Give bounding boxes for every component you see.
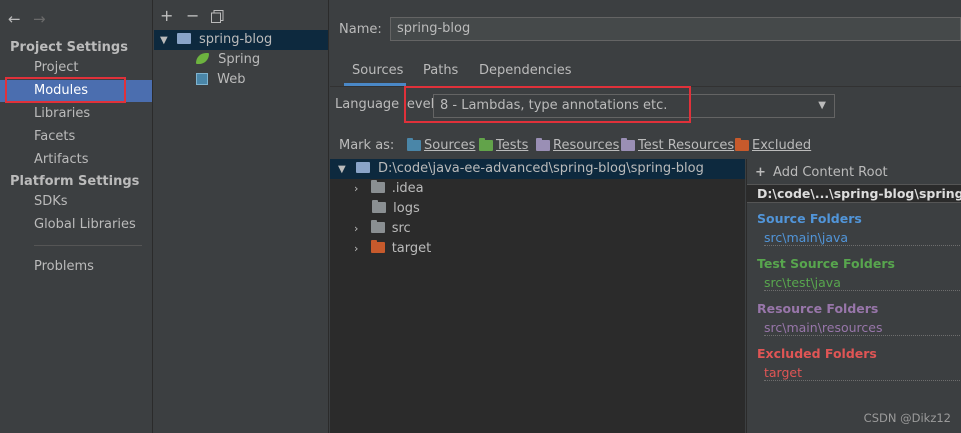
tests-folder-icon xyxy=(479,138,493,151)
name-label: Name: xyxy=(339,22,382,37)
chevron-down-icon: ▼ xyxy=(338,164,346,175)
facet-web[interactable]: Web xyxy=(196,70,245,90)
content-tree[interactable]: ▼ D:\code\java-ee-advanced\spring-blog\s… xyxy=(330,159,745,433)
highlight-box-modules xyxy=(5,77,126,103)
excluded-folders-title: Excluded Folders xyxy=(757,346,877,361)
mark-as-label: Mark as: xyxy=(339,138,395,153)
copy-icon[interactable] xyxy=(211,10,224,23)
add-module-button[interactable]: + xyxy=(160,6,173,25)
spring-leaf-icon xyxy=(196,53,209,64)
folder-row-src[interactable]: › src xyxy=(354,219,411,239)
mark-sources-label: Sources xyxy=(424,138,476,153)
folder-label: logs xyxy=(393,201,420,216)
resource-folder-item[interactable]: src\main\resources xyxy=(764,320,961,336)
chevron-down-icon: ▼ xyxy=(160,35,168,46)
module-name: spring-blog xyxy=(198,32,273,47)
facet-spring[interactable]: Spring xyxy=(196,50,260,70)
folder-row-target[interactable]: › target xyxy=(354,239,431,259)
folder-icon xyxy=(370,180,385,193)
sidebar-item-libraries[interactable]: Libraries xyxy=(0,103,152,125)
back-arrow-icon[interactable]: ← xyxy=(8,10,21,28)
plus-icon: + xyxy=(755,165,766,180)
tab-paths[interactable]: Paths xyxy=(423,62,458,86)
source-folder-item[interactable]: src\main\java xyxy=(764,230,961,246)
watermark: CSDN @Dikz12 xyxy=(863,411,951,425)
excluded-folder-icon xyxy=(735,138,749,151)
excluded-folder-item[interactable]: target xyxy=(764,365,961,381)
sidebar-item-problems[interactable]: Problems xyxy=(0,256,152,278)
mark-tests-button[interactable]: Tests xyxy=(479,138,528,153)
mark-test-resources-label: Test Resources xyxy=(638,138,735,153)
test-source-folder-item[interactable]: src\test\java xyxy=(764,275,961,291)
test-source-folders-title: Test Source Folders xyxy=(757,256,895,271)
mark-excluded-button[interactable]: Excluded xyxy=(735,138,811,153)
folder-label: target xyxy=(391,241,432,256)
folder-icon xyxy=(370,220,385,233)
remove-module-button[interactable]: − xyxy=(186,6,199,25)
content-roots-pane: + Add Content Root D:\code\...\spring-bl… xyxy=(746,159,961,433)
resource-folders-title: Resource Folders xyxy=(757,301,879,316)
test-resources-folder-icon xyxy=(621,138,635,151)
mark-resources-button[interactable]: Resources xyxy=(536,138,619,153)
source-folders-title: Source Folders xyxy=(757,211,862,226)
folder-icon xyxy=(355,162,370,173)
folder-label: src xyxy=(391,221,411,236)
mark-sources-button[interactable]: Sources xyxy=(407,138,475,153)
add-content-root-label: Add Content Root xyxy=(773,165,888,180)
project-settings-title: Project Settings xyxy=(10,40,128,55)
chevron-right-icon: › xyxy=(354,242,359,255)
module-row-spring-blog[interactable]: ▼ spring-blog xyxy=(154,30,328,50)
tab-sources[interactable]: Sources xyxy=(344,62,406,86)
sidebar-item-project[interactable]: Project xyxy=(0,57,152,79)
sidebar-item-sdks[interactable]: SDKs xyxy=(0,191,152,213)
mark-test-resources-button[interactable]: Test Resources xyxy=(621,138,734,153)
sidebar-item-artifacts[interactable]: Artifacts xyxy=(0,149,152,171)
module-name-field[interactable]: spring-blog xyxy=(390,17,961,41)
tab-dependencies[interactable]: Dependencies xyxy=(479,62,572,86)
highlight-box-language-level xyxy=(404,86,691,123)
sidebar-item-global-libraries[interactable]: Global Libraries xyxy=(0,214,152,236)
dropdown-arrow-icon: ▼ xyxy=(818,100,826,111)
content-root-path: D:\code\java-ee-advanced\spring-blog\spr… xyxy=(377,161,704,176)
folder-icon xyxy=(372,200,386,213)
resources-folder-icon xyxy=(536,138,550,151)
sidebar-divider xyxy=(34,245,142,246)
content-root-header: D:\code\...\spring-blog\spring-blog xyxy=(747,184,961,203)
chevron-right-icon: › xyxy=(354,222,359,235)
folder-row-logs[interactable]: logs xyxy=(372,199,420,219)
module-tree-panel: + − ▼ spring-blog Spring Web xyxy=(154,0,329,433)
folder-row-idea[interactable]: › .idea xyxy=(354,179,424,199)
add-content-root-button[interactable]: + Add Content Root xyxy=(755,165,888,180)
chevron-right-icon: › xyxy=(354,182,359,195)
platform-settings-title: Platform Settings xyxy=(10,174,140,189)
sidebar-item-facets[interactable]: Facets xyxy=(0,126,152,148)
folder-label: .idea xyxy=(391,181,424,196)
excluded-folder-icon xyxy=(370,240,385,253)
mark-tests-label: Tests xyxy=(496,138,529,153)
settings-sidebar: ← → Project Settings Project Modules Lib… xyxy=(0,0,153,433)
facet-label: Spring xyxy=(218,52,261,67)
forward-arrow-icon[interactable]: → xyxy=(33,10,46,28)
facet-label: Web xyxy=(217,72,246,87)
mark-excluded-label: Excluded xyxy=(752,138,812,153)
web-icon xyxy=(196,73,208,85)
module-folder-icon xyxy=(176,33,191,44)
content-root-row[interactable]: ▼ D:\code\java-ee-advanced\spring-blog\s… xyxy=(330,159,745,179)
sources-folder-icon xyxy=(407,138,421,151)
mark-resources-label: Resources xyxy=(553,138,620,153)
